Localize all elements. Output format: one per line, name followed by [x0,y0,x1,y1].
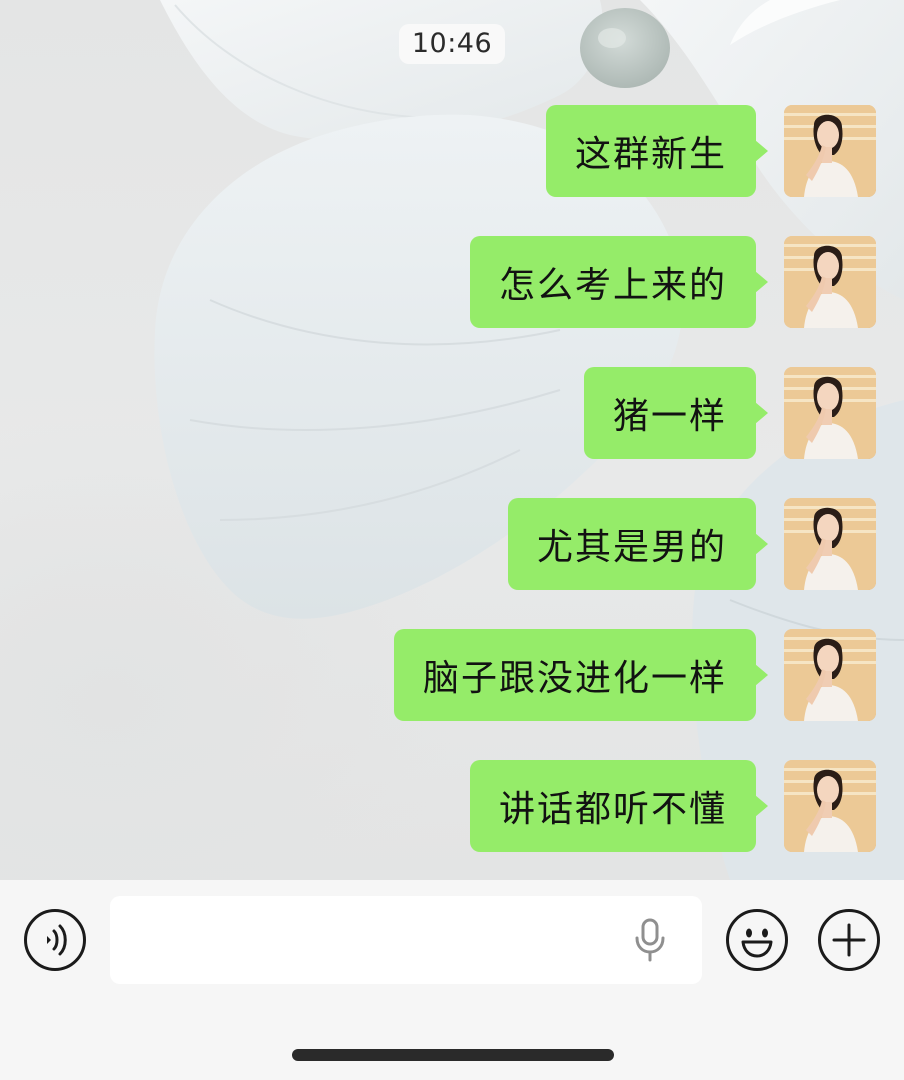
message-row: 脑子跟没进化一样 [393,629,876,721]
message-bubble[interactable]: 脑子跟没进化一样 [393,629,769,721]
message-timestamp: 10:46 [399,24,505,64]
message-bubble[interactable]: 怎么考上来的 [469,236,769,328]
home-indicator[interactable] [292,1049,614,1061]
voice-mode-icon [47,924,67,956]
message-row: 尤其是男的 [507,498,876,590]
sender-avatar[interactable] [784,105,876,197]
message-text: 猪一样 [612,396,727,437]
message-row: 讲话都听不懂 [469,760,876,852]
message-row: 怎么考上来的 [469,236,876,328]
more-options-button[interactable] [818,909,880,971]
avatar-photo-icon [784,760,876,852]
sender-avatar[interactable] [784,236,876,328]
sender-avatar[interactable] [784,367,876,459]
avatar-photo-icon [784,105,876,197]
emoji-button[interactable] [726,909,788,971]
message-text: 怎么考上来的 [498,265,727,306]
microphone-icon[interactable] [630,918,670,962]
message-row: 猪一样 [583,367,876,459]
message-bubble[interactable]: 这群新生 [545,105,769,197]
message-text: 这群新生 [574,134,727,175]
avatar-photo-icon [784,629,876,721]
voice-mode-button[interactable] [24,909,86,971]
avatar-photo-icon [784,236,876,328]
message-input[interactable] [110,896,702,984]
message-bubble[interactable]: 讲话都听不懂 [469,760,769,852]
message-text: 脑子跟没进化一样 [422,658,727,699]
message-bubble[interactable]: 尤其是男的 [507,498,769,590]
plus-icon [832,923,866,957]
sender-avatar[interactable] [784,760,876,852]
message-text: 尤其是男的 [536,527,727,568]
avatar-photo-icon [784,498,876,590]
avatar-photo-icon [784,367,876,459]
chat-screen: 10:46 这群新生 怎么考上来的 猪一样 尤其是男的 脑子跟没进化一样 讲话都… [0,0,904,1080]
message-row: 这群新生 [545,105,876,197]
message-text: 讲话都听不懂 [498,789,727,830]
sender-avatar[interactable] [784,629,876,721]
emoji-icon [741,928,773,958]
sender-avatar[interactable] [784,498,876,590]
message-bubble[interactable]: 猪一样 [583,367,769,459]
